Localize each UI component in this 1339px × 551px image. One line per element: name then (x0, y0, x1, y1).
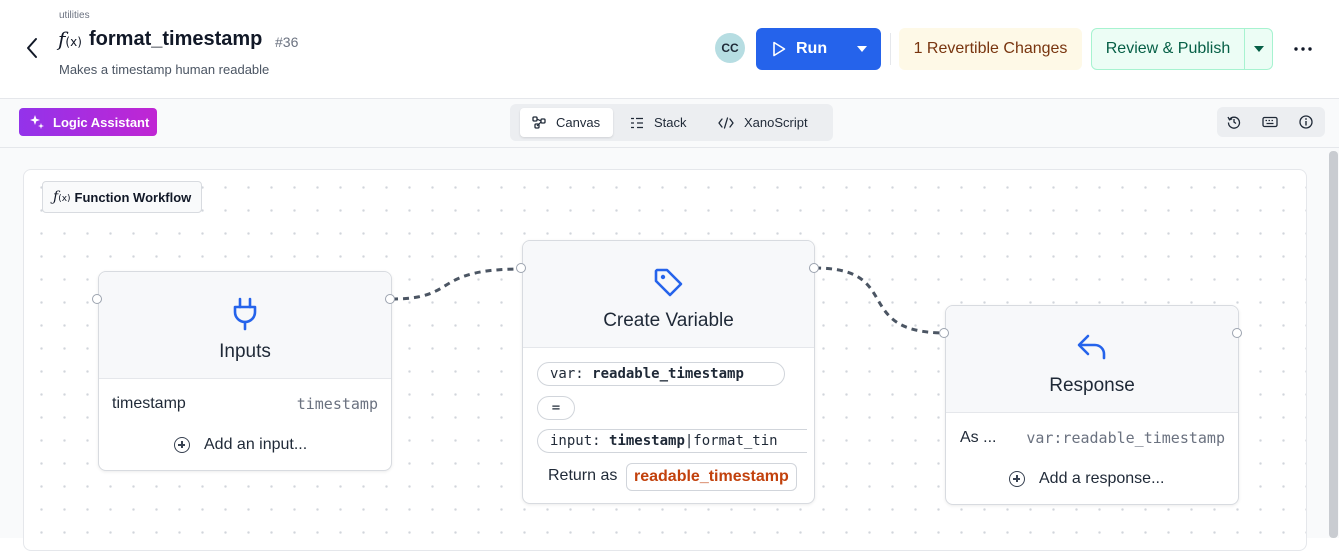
plus-circle-icon (174, 437, 190, 453)
input-name[interactable]: timestamp (112, 395, 186, 413)
logic-assistant-button[interactable]: Logic Assistant (19, 108, 157, 136)
sparkle-icon (30, 115, 44, 129)
input-prefix: input: (550, 433, 601, 449)
divider (890, 33, 891, 65)
play-icon (773, 41, 786, 57)
input-name: timestamp (609, 433, 685, 449)
function-icon: f(x) (58, 27, 82, 51)
logic-assistant-label: Logic Assistant (53, 114, 150, 130)
stack-icon (630, 117, 644, 129)
tab-xanoscript-label: XanoScript (744, 115, 808, 130)
response-port-left[interactable] (939, 328, 949, 338)
page-subtitle: Makes a timestamp human readable (59, 62, 270, 77)
function-id: #36 (275, 34, 299, 50)
add-response-label: Add a response... (1039, 470, 1165, 487)
publish-button-group: Review & Publish (1091, 28, 1273, 70)
return-as-label: Return as (548, 467, 618, 484)
chevron-left-icon (27, 38, 37, 58)
revertible-changes-button[interactable]: 1 Revertible Changes (899, 28, 1082, 70)
run-label: Run (796, 40, 828, 57)
add-response-button[interactable]: Add a response... (1009, 470, 1164, 488)
tag-icon (523, 267, 814, 299)
inputs-port-right[interactable] (385, 294, 395, 304)
keyboard-icon (1262, 116, 1278, 128)
plus-circle-icon (1009, 471, 1025, 487)
response-port-right[interactable] (1232, 328, 1242, 338)
input-filter: |format_tin (684, 433, 778, 449)
response-node[interactable]: Response As ... var:readable_timestamp A… (945, 305, 1239, 505)
avatar[interactable]: CC (715, 33, 745, 63)
vertical-scrollbar[interactable] (1329, 151, 1338, 538)
info-button[interactable] (1296, 112, 1316, 132)
canvas-icon (532, 116, 546, 129)
tab-canvas-label: Canvas (556, 115, 601, 130)
function-workflow-badge: ƒ(x) Function Workflow (42, 181, 203, 213)
add-input-label: Add an input... (204, 436, 308, 453)
review-publish-button[interactable]: Review & Publish (1092, 29, 1245, 69)
create-variable-node-title: Create Variable (603, 310, 734, 331)
inputs-node-title: Inputs (219, 341, 271, 362)
more-horizontal-icon (1294, 47, 1312, 51)
response-node-title: Response (1049, 375, 1135, 396)
publish-options-button[interactable] (1245, 29, 1272, 69)
page-title: format_timestamp (89, 28, 263, 50)
breadcrumb[interactable]: utilities (59, 10, 90, 21)
run-button-group: Run (756, 28, 881, 70)
info-icon (1299, 115, 1313, 129)
response-as-label: As ... (960, 429, 997, 446)
response-value[interactable]: var:readable_timestamp (1026, 429, 1225, 447)
equals-pill[interactable]: = (537, 396, 575, 420)
reply-icon (946, 333, 1238, 361)
header: utilities f(x) format_timestamp #36 Make… (0, 0, 1339, 99)
variable-name-pill[interactable]: var: readable_timestamp (537, 362, 785, 386)
run-options-button[interactable] (842, 28, 881, 70)
history-button[interactable] (1224, 112, 1244, 132)
var-name: readable_timestamp (592, 366, 744, 382)
caret-down-icon (1253, 46, 1264, 52)
toolbar: Logic Assistant Canvas Stack XanoScript (0, 99, 1339, 148)
function-icon: ƒ(x) (53, 189, 71, 205)
return-variable-badge[interactable]: readable_timestamp (626, 463, 797, 491)
variable-port-left[interactable] (516, 263, 526, 273)
expression-pill[interactable]: input: timestamp |format_tin (537, 429, 807, 453)
tab-stack[interactable]: Stack (630, 108, 700, 137)
inputs-port-left[interactable] (92, 294, 102, 304)
add-input-button[interactable]: Add an input... (174, 436, 307, 454)
create-variable-node[interactable]: Create Variable var: readable_timestamp … (522, 240, 815, 504)
inputs-node[interactable]: Inputs timestamp timestamp Add an input.… (98, 271, 392, 471)
workflow-label: Function Workflow (74, 189, 192, 205)
tab-canvas[interactable]: Canvas (520, 108, 613, 137)
keyboard-shortcuts-button[interactable] (1260, 112, 1280, 132)
response-node-header: Response (946, 306, 1238, 413)
history-icon (1227, 116, 1241, 129)
input-type: timestamp (296, 395, 378, 413)
inputs-node-header: Inputs (99, 272, 391, 379)
caret-down-icon (856, 46, 867, 52)
tab-stack-label: Stack (654, 115, 687, 130)
plug-icon (99, 297, 391, 331)
run-button[interactable]: Run (756, 28, 842, 70)
tab-xanoscript[interactable]: XanoScript (718, 108, 822, 137)
var-prefix: var: (550, 366, 584, 382)
view-switcher: Canvas Stack XanoScript (510, 104, 833, 141)
variable-port-right[interactable] (809, 263, 819, 273)
more-options-button[interactable] (1289, 36, 1317, 62)
canvas-tools (1217, 107, 1325, 137)
create-variable-node-header: Create Variable (523, 241, 814, 348)
back-button[interactable] (20, 34, 44, 62)
code-icon (718, 116, 734, 129)
